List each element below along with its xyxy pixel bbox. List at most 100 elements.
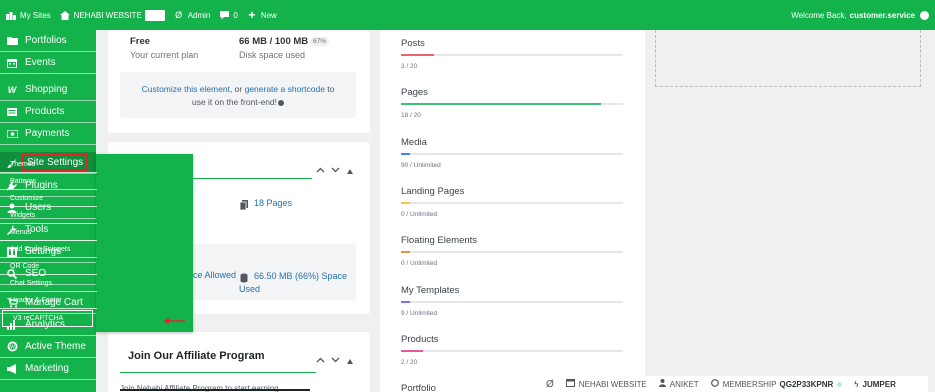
calendar-icon <box>6 57 18 69</box>
plan-name: Free <box>130 36 151 47</box>
new-content-menu[interactable]: + New <box>247 9 277 21</box>
new-label: New <box>260 10 277 20</box>
username: customer.service <box>849 10 915 20</box>
comment-icon <box>219 10 229 20</box>
affiliate-divider <box>120 389 310 391</box>
usage-progress-track <box>401 251 623 253</box>
plugin-logo-icon[interactable]: Ø <box>546 379 554 390</box>
submenu-item-chat-settings[interactable]: Chat Settings <box>0 275 97 292</box>
chevron-down-icon[interactable] <box>331 166 340 175</box>
bottom-status-bar: Ø NEHABI WEBSITE ANIKET MEMBERSHIP QG2P3… <box>540 376 928 392</box>
bolt-icon: ϟ <box>854 379 859 389</box>
home-icon <box>59 10 70 20</box>
sidebar-item-shopping[interactable]: W Shopping <box>0 79 96 101</box>
window-icon <box>565 379 575 389</box>
sidebar-item-products[interactable]: Products <box>0 101 96 123</box>
admin-bar: My Sites NEHABI WEBSITE Ø Admin 0 + New … <box>0 0 935 30</box>
footer-site-link[interactable]: NEHABI WEBSITE <box>565 379 647 389</box>
folder-icon <box>6 35 18 47</box>
usage-count: 0 / Unlimited <box>401 211 438 218</box>
site-name-menu[interactable]: NEHABI WEBSITE <box>59 9 165 21</box>
footer-site-name: NEHABI WEBSITE <box>578 379 647 389</box>
sidebar-item-label: Events <box>25 57 56 68</box>
admin-menu[interactable]: Ø Admin <box>174 10 211 20</box>
usage-count: 0 / Unlimited <box>401 260 438 267</box>
customize-element-link[interactable]: Customize this element <box>142 84 230 94</box>
footer-membership[interactable]: MEMBERSHIP QG2P33KPNR <box>710 379 843 389</box>
my-sites-icon <box>6 10 16 20</box>
submenu-item-label: Widgets <box>10 211 36 219</box>
customize-tail-text-2: use it on the front-end! <box>191 97 278 107</box>
customize-box: Customize this element, or generate a sh… <box>120 72 356 118</box>
submenu-item-add-code-snippets[interactable]: Add Code Snippets <box>0 241 97 258</box>
space-used-link[interactable]: 66.50 MB (66%) Space Used <box>239 270 354 296</box>
submenu-item-header-footer[interactable]: Header & Footer <box>0 292 97 309</box>
usage-progress-fill <box>401 103 601 105</box>
usage-progress-fill <box>401 202 410 204</box>
card-title-underline <box>193 178 312 179</box>
customize-tail-text: to <box>324 84 335 94</box>
sidebar-item-marketing[interactable]: Marketing <box>0 358 96 380</box>
sidebar-item-portfolios[interactable]: Portfolios <box>0 30 96 52</box>
usage-progress-track <box>401 153 623 155</box>
submenu-item-v3-recaptcha[interactable]: V3 reCAPTCHA <box>2 310 93 327</box>
usage-count: 90 / Unlimited <box>401 162 441 169</box>
footer-user-name: ANIKET <box>669 379 699 389</box>
submenu-item-widgets[interactable]: Widgets <box>0 207 97 224</box>
theme-icon: W <box>6 341 18 353</box>
usage-label: Floating Elements <box>401 235 478 246</box>
usage-label: Pages <box>401 87 428 98</box>
help-icon[interactable] <box>278 99 285 106</box>
usage-count: 9 / Unlimited <box>401 310 438 317</box>
submenu-item-customize[interactable]: Customize <box>0 190 97 207</box>
submenu-item-menus[interactable]: Menus <box>0 224 97 241</box>
sidebar-item-active-theme[interactable]: W Active Theme <box>0 336 96 358</box>
comments-menu[interactable]: 0 <box>219 10 238 20</box>
account-menu[interactable]: Welcome Back, customer.service <box>791 10 929 20</box>
usage-progress-track <box>401 350 623 352</box>
collapse-toggle-icon[interactable] <box>347 167 353 176</box>
svg-text:W: W <box>10 344 15 350</box>
disk-percent-badge: 67% <box>310 37 330 46</box>
sidebar-item-label: Products <box>25 106 65 117</box>
usage-label: My Templates <box>401 285 460 296</box>
disk-usage-value: 66 MB / 100 MB <box>239 36 309 47</box>
admin-label: Admin <box>187 10 211 20</box>
my-sites-menu[interactable]: My Sites <box>6 10 51 20</box>
status-dot <box>837 381 843 387</box>
footer-jumper[interactable]: ϟ JUMPER <box>854 380 896 389</box>
usage-label: Landing Pages <box>401 186 465 197</box>
jumper-label: JUMPER <box>862 379 896 389</box>
chevron-up-icon[interactable] <box>316 356 325 365</box>
submenu-item-label: Themes <box>10 160 36 168</box>
affiliate-description: Join Nehabi Affiliate Program to start e… <box>120 384 279 392</box>
affiliate-title-underline <box>120 372 316 373</box>
woo-icon: W <box>7 84 17 95</box>
submenu-item-themes[interactable]: Themes <box>0 156 97 173</box>
sidebar-item-label: Marketing <box>25 363 69 374</box>
usage-progress-track <box>401 202 623 204</box>
usage-label: Media <box>401 137 427 148</box>
red-arrow-icon <box>163 318 185 324</box>
submenu-item-label: Add Code Snippets <box>10 245 71 253</box>
sidebar-item-payments[interactable]: Payments <box>0 123 96 145</box>
collapse-toggle-icon[interactable] <box>347 357 353 366</box>
pages-count-link[interactable]: 18 Pages <box>254 198 292 208</box>
sidebar-item-events[interactable]: Events <box>0 52 96 74</box>
footer-user-link[interactable]: ANIKET <box>658 379 699 389</box>
submenu-item-qr-code[interactable]: QR Code <box>0 258 97 275</box>
chevron-up-icon[interactable] <box>316 166 325 175</box>
sidebar-item-label: Active Theme <box>25 341 86 352</box>
generate-shortcode-link[interactable]: generate a shortcode <box>245 84 325 94</box>
site-badge <box>144 9 165 21</box>
submenu-item-patterns[interactable]: Patterns <box>0 173 97 190</box>
usage-progress-fill <box>401 54 434 56</box>
plugin-logo-icon: Ø <box>175 10 183 20</box>
space-allowed-link[interactable]: ce Allowed <box>193 270 236 280</box>
disk-caption: Disk space used <box>239 50 306 60</box>
sidebar-item-label: Shopping <box>25 84 68 95</box>
comments-count: 0 <box>233 10 238 20</box>
pages-icon <box>239 197 248 211</box>
sidebar-item-label: Portfolios <box>25 35 67 46</box>
chevron-down-icon[interactable] <box>331 356 340 365</box>
